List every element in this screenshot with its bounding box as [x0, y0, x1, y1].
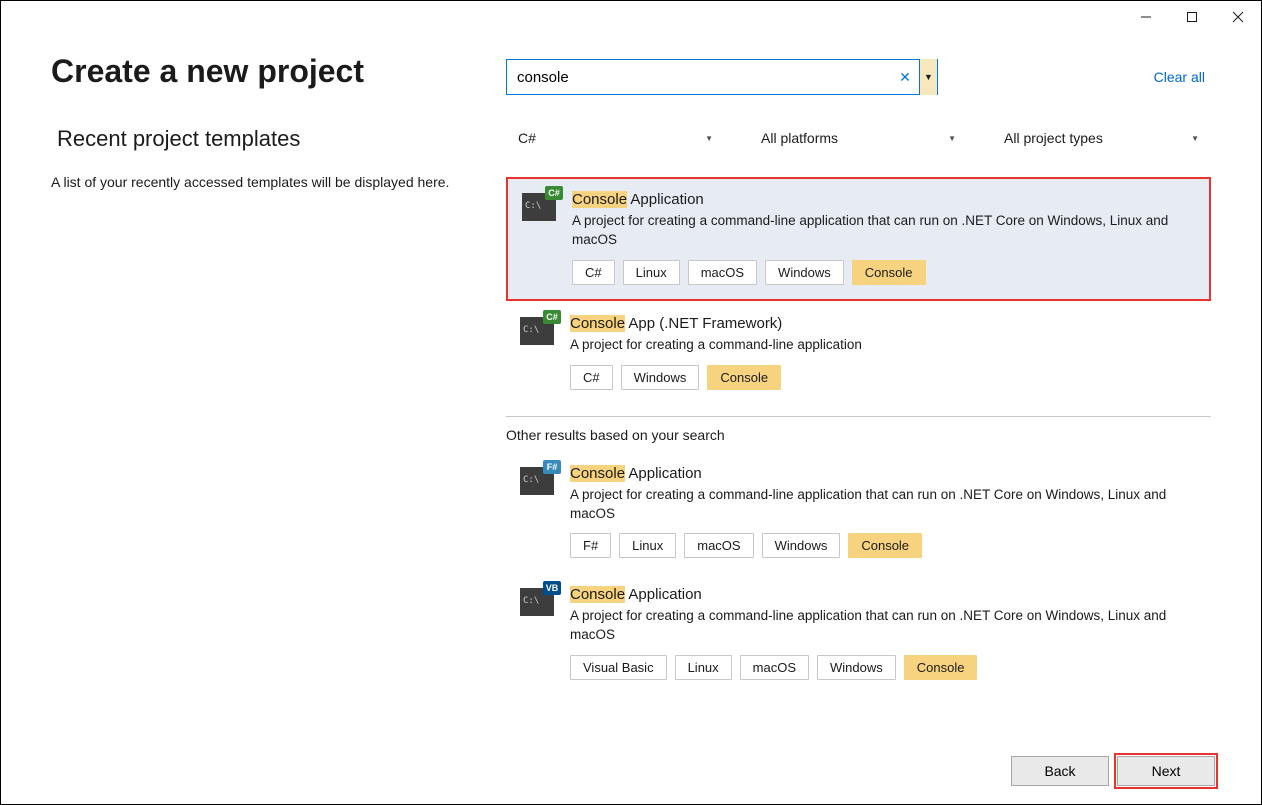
recent-templates-desc: A list of your recently accessed templat…: [51, 172, 476, 193]
language-badge: VB: [543, 581, 561, 595]
recent-templates-heading: Recent project templates: [51, 126, 476, 152]
console-icon: F#: [520, 467, 554, 495]
template-title: Console Application: [572, 191, 1195, 208]
tag: Console: [848, 533, 922, 558]
search-input[interactable]: [507, 60, 891, 94]
tag: Linux: [623, 260, 680, 285]
template-tags: C# Linux macOS Windows Console: [572, 260, 1195, 285]
tag: Windows: [762, 533, 841, 558]
tag: Windows: [621, 365, 700, 390]
platform-filter-label: All platforms: [761, 130, 838, 146]
template-description: A project for creating a command-line ap…: [570, 486, 1197, 524]
language-badge: C#: [543, 310, 561, 324]
tag: Console: [904, 655, 978, 680]
template-description: A project for creating a command-line ap…: [570, 607, 1197, 645]
console-icon: C#: [520, 317, 554, 345]
chevron-down-icon: ▼: [1191, 134, 1199, 143]
tag: macOS: [740, 655, 809, 680]
minimize-button[interactable]: [1123, 3, 1169, 31]
page-title: Create a new project: [51, 53, 476, 90]
maximize-button[interactable]: [1169, 3, 1215, 31]
project-type-filter-label: All project types: [1004, 130, 1103, 146]
tag: macOS: [684, 533, 753, 558]
tag: Windows: [765, 260, 844, 285]
language-filter[interactable]: C# ▼: [506, 121, 725, 155]
tag: Console: [852, 260, 926, 285]
console-icon: VB: [520, 588, 554, 616]
close-button[interactable]: [1215, 3, 1261, 31]
tag: C#: [572, 260, 615, 285]
other-results-heading: Other results based on your search: [506, 416, 1211, 443]
search-box[interactable]: ✕ ▼: [506, 59, 938, 95]
template-tags: F# Linux macOS Windows Console: [570, 533, 1197, 558]
chevron-down-icon: ▼: [705, 134, 713, 143]
language-badge: C#: [545, 186, 563, 200]
template-description: A project for creating a command-line ap…: [570, 336, 1197, 355]
project-type-filter[interactable]: All project types ▼: [992, 121, 1211, 155]
language-badge: F#: [543, 460, 561, 474]
template-item[interactable]: F# Console Application A project for creat…: [506, 453, 1211, 573]
clear-search-icon[interactable]: ✕: [891, 69, 919, 86]
template-tags: C# Windows Console: [570, 365, 1197, 390]
clear-all-link[interactable]: Clear all: [1154, 69, 1211, 85]
tag: Visual Basic: [570, 655, 667, 680]
platform-filter[interactable]: All platforms ▼: [749, 121, 968, 155]
template-description: A project for creating a command-line ap…: [572, 212, 1195, 250]
template-title: Console App (.NET Framework): [570, 315, 1197, 332]
back-button[interactable]: Back: [1011, 756, 1109, 786]
language-filter-label: C#: [518, 130, 536, 146]
search-dropdown-icon[interactable]: ▼: [919, 59, 937, 95]
tag: C#: [570, 365, 613, 390]
template-item[interactable]: C# Console Application A project for creat…: [506, 177, 1211, 301]
console-icon: C#: [522, 193, 556, 221]
tag: Linux: [619, 533, 676, 558]
template-tags: Visual Basic Linux macOS Windows Console: [570, 655, 1197, 680]
template-item[interactable]: C# Console App (.NET Framework) A project …: [506, 303, 1211, 404]
template-title: Console Application: [570, 586, 1197, 603]
tag: F#: [570, 533, 611, 558]
next-button[interactable]: Next: [1117, 756, 1215, 786]
template-title: Console Application: [570, 465, 1197, 482]
titlebar: [1, 1, 1261, 33]
tag: Console: [707, 365, 781, 390]
template-item[interactable]: VB Console Application A project for creat…: [506, 574, 1211, 694]
chevron-down-icon: ▼: [948, 134, 956, 143]
tag: macOS: [688, 260, 757, 285]
tag: Windows: [817, 655, 896, 680]
tag: Linux: [675, 655, 732, 680]
